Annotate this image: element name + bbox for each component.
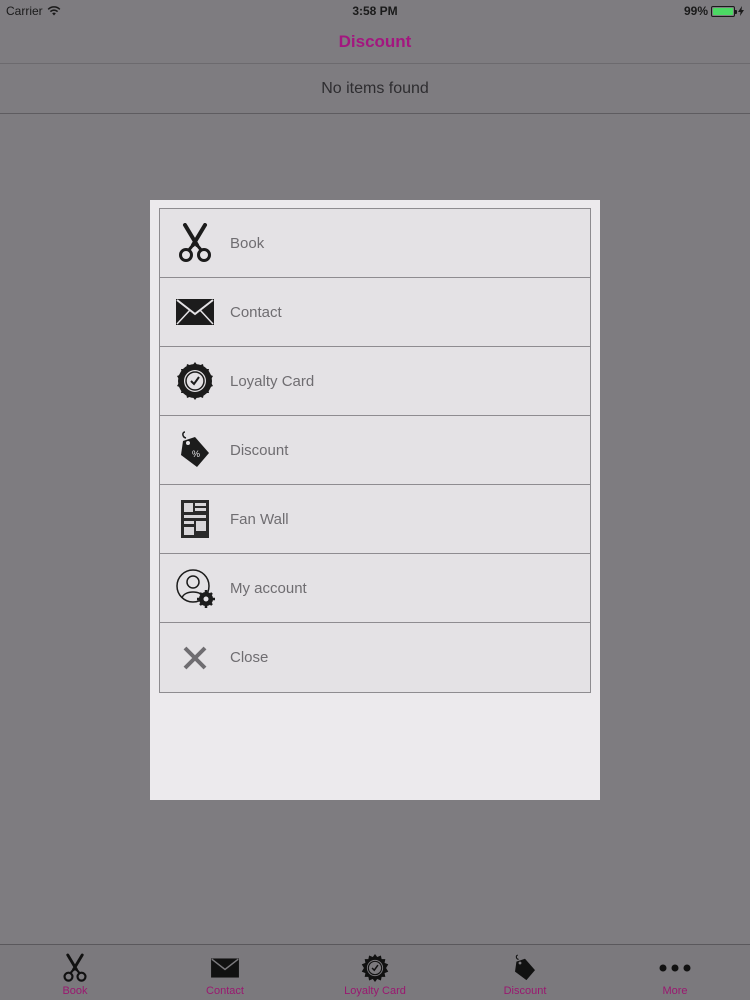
carrier-label: Carrier bbox=[6, 4, 43, 18]
empty-message: No items found bbox=[321, 80, 429, 97]
menu-item-my-account[interactable]: My account bbox=[160, 554, 590, 623]
charging-bolt-icon bbox=[738, 6, 744, 16]
page-title: Discount bbox=[338, 32, 412, 51]
empty-state-row: No items found bbox=[0, 64, 750, 114]
more-dots-icon bbox=[659, 951, 691, 985]
navigation-bar: Discount bbox=[0, 22, 750, 64]
menu-item-label: Loyalty Card bbox=[230, 372, 315, 390]
tab-discount[interactable]: Discount bbox=[450, 945, 600, 1000]
status-bar: Carrier 3:58 PM 99% bbox=[0, 0, 750, 22]
menu-item-label: My account bbox=[230, 579, 307, 597]
menu-modal: Book Contact Loyalty Card % Discount Fan… bbox=[150, 200, 600, 800]
menu-item-label: Fan Wall bbox=[230, 510, 289, 528]
fan-wall-icon bbox=[160, 499, 230, 539]
menu-item-fan-wall[interactable]: Fan Wall bbox=[160, 485, 590, 554]
menu-item-label: Contact bbox=[230, 303, 282, 321]
tab-bar: Book Contact Loyalty Card Discount More bbox=[0, 944, 750, 1000]
tab-label: Book bbox=[62, 985, 88, 997]
carrier-info: Carrier bbox=[6, 4, 61, 18]
tab-label: Discount bbox=[503, 985, 547, 997]
battery-status: 99% bbox=[684, 4, 744, 18]
menu-item-discount[interactable]: % Discount bbox=[160, 416, 590, 485]
menu-item-close[interactable]: Close bbox=[160, 623, 590, 692]
tab-contact[interactable]: Contact bbox=[150, 945, 300, 1000]
battery-fill bbox=[713, 7, 733, 15]
close-icon bbox=[160, 645, 230, 671]
battery-icon bbox=[711, 5, 737, 17]
svg-text:%: % bbox=[192, 449, 200, 459]
tab-label: More bbox=[662, 985, 688, 997]
tab-label: Contact bbox=[206, 985, 244, 997]
discount-tag-icon bbox=[512, 951, 538, 985]
status-time: 3:58 PM bbox=[352, 4, 398, 18]
menu-item-label: Close bbox=[230, 649, 269, 666]
wifi-icon bbox=[47, 6, 61, 16]
menu-item-label: Book bbox=[230, 234, 265, 252]
menu-item-loyalty-card[interactable]: Loyalty Card bbox=[160, 347, 590, 416]
envelope-icon bbox=[160, 297, 230, 327]
tab-label: Loyalty Card bbox=[344, 985, 406, 997]
tab-book[interactable]: Book bbox=[0, 945, 150, 1000]
clock-badge-icon bbox=[361, 951, 389, 985]
scissors-icon bbox=[160, 223, 230, 263]
menu-item-label: Discount bbox=[230, 441, 289, 459]
clock-badge-icon bbox=[160, 362, 230, 400]
account-settings-icon bbox=[160, 568, 230, 608]
discount-tag-icon: % bbox=[160, 429, 230, 471]
scissors-icon bbox=[62, 951, 88, 985]
menu-item-book[interactable]: Book bbox=[160, 209, 590, 278]
tab-more[interactable]: More bbox=[600, 945, 750, 1000]
menu-list: Book Contact Loyalty Card % Discount Fan… bbox=[159, 208, 591, 693]
envelope-icon bbox=[210, 951, 240, 985]
tab-loyalty-card[interactable]: Loyalty Card bbox=[300, 945, 450, 1000]
menu-item-contact[interactable]: Contact bbox=[160, 278, 590, 347]
battery-percent: 99% bbox=[683, 4, 708, 18]
